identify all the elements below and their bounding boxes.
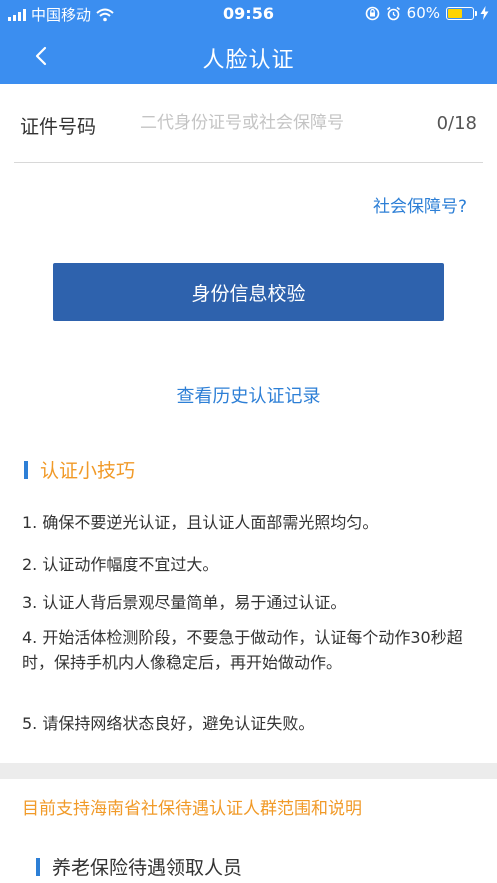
- tips-header: 认证小技巧: [24, 456, 135, 483]
- tip-item: 3. 认证人背后景观尽量简单，易于通过认证。: [22, 593, 347, 612]
- history-records-link[interactable]: 查看历史认证记录: [0, 382, 497, 408]
- app-header: 中国移动 09:56 60% 人脸认证: [0, 0, 497, 84]
- id-number-row: 证件号码 0/18: [14, 84, 483, 163]
- accent-bar: [36, 857, 40, 876]
- tip-item: 1. 确保不要逆光认证，且认证人面部需光照均匀。: [22, 513, 379, 532]
- battery-percent: 60%: [406, 4, 440, 22]
- nav-bar: 人脸认证: [0, 28, 497, 84]
- accent-bar: [24, 460, 28, 479]
- battery-fill: [448, 8, 462, 18]
- tip-item: 5. 请保持网络状态良好，避免认证失败。: [22, 714, 315, 733]
- status-right: 60%: [365, 4, 489, 22]
- id-number-label: 证件号码: [20, 116, 97, 138]
- id-number-input[interactable]: [140, 106, 410, 140]
- battery-icon: [446, 6, 477, 20]
- page-title: 人脸认证: [202, 48, 295, 73]
- alarm-icon: [386, 6, 400, 20]
- id-number-counter: 0/18: [436, 113, 477, 134]
- tips-title: 认证小技巧: [40, 460, 136, 482]
- charging-icon: [480, 6, 489, 20]
- social-security-link[interactable]: 社会保障号?: [373, 192, 467, 217]
- pension-section-title: 养老保险待遇领取人员: [52, 857, 243, 879]
- scope-title: 目前支持海南省社保待遇认证人群范围和说明: [22, 799, 362, 819]
- pension-section-header[interactable]: 养老保险待遇领取人员: [36, 853, 242, 880]
- verify-identity-button[interactable]: 身份信息校验: [53, 263, 444, 321]
- tip-item: 4. 开始活体检测阶段，不要急于做动作，认证每个动作30秒超时，保持手机内人像稳…: [22, 628, 463, 672]
- status-bar: 中国移动 09:56 60%: [0, 0, 497, 28]
- tip-item: 2. 认证动作幅度不宜过大。: [22, 555, 219, 574]
- section-divider: [0, 763, 497, 779]
- rotation-lock-icon: [365, 6, 379, 20]
